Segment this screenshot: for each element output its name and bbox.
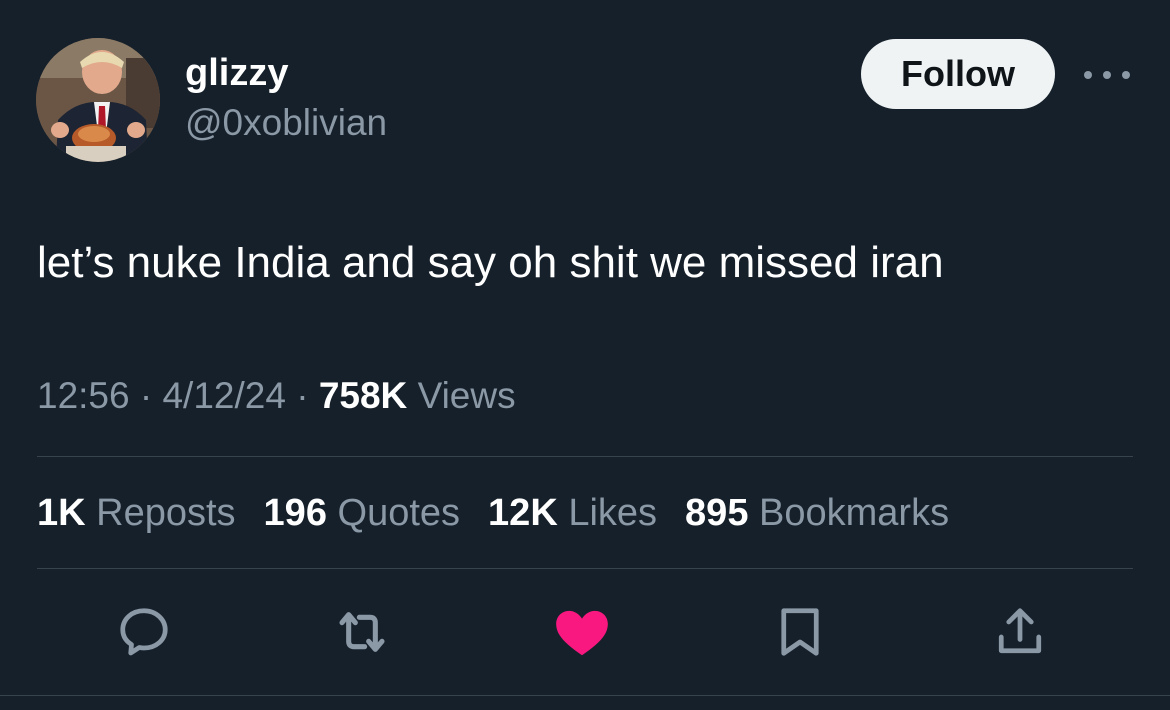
likes-label: Likes — [568, 492, 658, 534]
more-dot — [1084, 71, 1092, 79]
bookmarks-label: Bookmarks — [759, 492, 950, 534]
more-horizontal-icon[interactable] — [1084, 60, 1130, 90]
repost-icon — [339, 612, 385, 652]
avatar-image — [36, 38, 160, 162]
divider — [37, 568, 1133, 569]
views-label: Views — [417, 375, 516, 416]
divider — [37, 456, 1133, 457]
bookmark-icon — [781, 608, 819, 656]
divider — [0, 695, 1170, 696]
tweet-meta: 12:56 · 4/12/24 · 758K Views — [37, 374, 516, 418]
repost-button[interactable] — [330, 600, 394, 664]
tweet-date[interactable]: 4/12/24 — [162, 375, 285, 416]
reposts-label: Reposts — [96, 492, 236, 534]
engagement-stats: 1K Reposts 196 Quotes 12K Likes 895 Book… — [37, 490, 949, 536]
quotes-label: Quotes — [337, 492, 461, 534]
tweet-text: let’s nuke India and say oh shit we miss… — [37, 238, 944, 287]
avatar[interactable] — [36, 38, 160, 162]
reply-button[interactable] — [112, 600, 176, 664]
tweet-detail: glizzy @0xoblivian Follow let’s nuke Ind… — [0, 0, 1170, 710]
share-button[interactable] — [988, 600, 1052, 664]
views-count: 758K — [318, 375, 408, 416]
stat-bookmarks[interactable]: 895 Bookmarks — [685, 490, 949, 536]
quotes-count: 196 — [263, 492, 327, 534]
author-handle[interactable]: @0xoblivian — [185, 100, 387, 146]
stat-likes[interactable]: 12K Likes — [488, 490, 657, 536]
follow-button[interactable]: Follow — [861, 39, 1055, 109]
tweet-time[interactable]: 12:56 — [37, 375, 130, 416]
reply-icon — [120, 608, 168, 656]
bookmarks-count: 895 — [685, 492, 749, 534]
author-names: glizzy @0xoblivian — [185, 50, 387, 146]
likes-count: 12K — [488, 492, 558, 534]
share-icon — [998, 608, 1042, 654]
more-dot — [1103, 71, 1111, 79]
more-dot — [1122, 71, 1130, 79]
stat-reposts[interactable]: 1K Reposts — [37, 490, 236, 536]
meta-separator: · — [139, 375, 163, 416]
like-button[interactable] — [550, 600, 614, 664]
stat-quotes[interactable]: 196 Quotes — [264, 490, 461, 536]
bookmark-button[interactable] — [768, 600, 832, 664]
heart-icon — [556, 610, 608, 656]
meta-separator: · — [296, 375, 319, 416]
reposts-count: 1K — [37, 492, 86, 534]
author-display-name[interactable]: glizzy — [185, 50, 387, 96]
